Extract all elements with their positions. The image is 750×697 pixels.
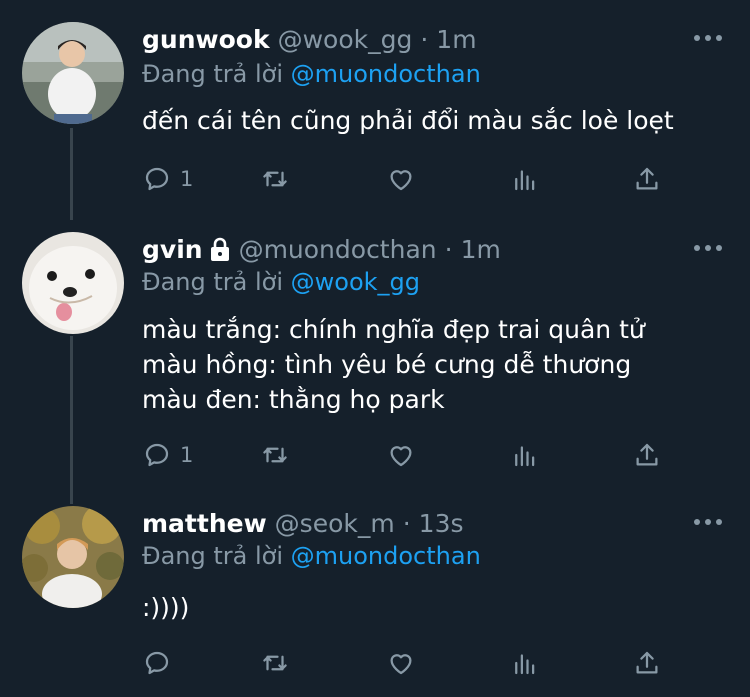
reply-button[interactable] xyxy=(142,648,180,678)
like-icon xyxy=(390,170,412,191)
avatar[interactable] xyxy=(22,506,124,608)
user-handle[interactable]: @muondocthan xyxy=(239,235,437,264)
like-button[interactable] xyxy=(386,440,416,470)
reply-button[interactable]: 1 xyxy=(142,440,193,470)
share-icon xyxy=(636,443,658,466)
replying-to-label: Đang trả lời xyxy=(142,268,284,296)
lock-icon xyxy=(210,237,229,261)
avatar[interactable] xyxy=(22,22,124,124)
tweet-text: màu trắng: chính nghĩa đẹp trai quân tử … xyxy=(142,315,645,414)
retweet-button[interactable] xyxy=(260,440,290,470)
retweet-icon xyxy=(263,655,287,671)
mention-link[interactable]: @wook_gg xyxy=(291,268,420,296)
user-handle[interactable]: @wook_gg xyxy=(278,25,413,54)
like-button[interactable] xyxy=(386,648,416,678)
tweet[interactable]: gunwook @wook_gg · 1m Đang trả lời @muon… xyxy=(0,0,750,220)
retweet-icon xyxy=(263,447,287,463)
analytics-icon xyxy=(515,170,535,191)
tweet-header: gvin @muondocthan · 1m xyxy=(142,232,501,266)
retweet-button[interactable] xyxy=(260,164,290,194)
retweet-icon xyxy=(263,171,287,187)
reply-icon xyxy=(145,651,169,675)
share-icon xyxy=(636,651,658,674)
replying-to: Đang trả lời @muondocthan xyxy=(142,542,481,570)
share-button[interactable] xyxy=(632,440,662,470)
analytics-icon xyxy=(515,654,535,675)
tweet-text: :)))) xyxy=(142,593,190,622)
replying-to: Đang trả lời @wook_gg xyxy=(142,268,420,296)
reply-icon xyxy=(145,167,169,191)
share-button[interactable] xyxy=(632,164,662,194)
analytics-button[interactable] xyxy=(510,164,540,194)
reply-icon xyxy=(145,443,169,467)
tweet-header: matthew @seok_m · 13s xyxy=(142,506,464,540)
separator-dot: · xyxy=(402,508,411,538)
tweet-text: đến cái tên cũng phải đổi màu sắc loè lo… xyxy=(142,106,674,135)
replying-to-label: Đang trả lời xyxy=(142,60,284,88)
analytics-button[interactable] xyxy=(510,440,540,470)
timestamp[interactable]: 1m xyxy=(436,25,476,54)
more-icon[interactable] xyxy=(694,517,722,527)
user-handle[interactable]: @seok_m xyxy=(275,509,395,538)
mention-link[interactable]: @muondocthan xyxy=(291,60,481,88)
tweet[interactable]: matthew @seok_m · 13s Đang trả lời @muon… xyxy=(0,504,750,697)
avatar[interactable] xyxy=(22,232,124,334)
like-button[interactable] xyxy=(386,164,416,194)
display-name[interactable]: matthew xyxy=(142,509,267,538)
analytics-icon xyxy=(515,446,535,467)
timestamp[interactable]: 1m xyxy=(461,235,501,264)
timestamp[interactable]: 13s xyxy=(419,509,464,538)
replying-to-label: Đang trả lời xyxy=(142,542,284,570)
replying-to: Đang trả lời @muondocthan xyxy=(142,60,481,88)
share-button[interactable] xyxy=(632,648,662,678)
tweet-header: gunwook @wook_gg · 1m xyxy=(142,22,477,56)
tweet[interactable]: gvin @muondocthan · 1m Đang trả lời @woo… xyxy=(0,220,750,504)
reply-button[interactable]: 1 xyxy=(142,164,193,194)
more-icon[interactable] xyxy=(694,33,722,43)
separator-dot: · xyxy=(420,24,429,54)
share-icon xyxy=(636,167,658,190)
retweet-button[interactable] xyxy=(260,648,290,678)
like-icon xyxy=(390,654,412,675)
display-name[interactable]: gvin xyxy=(142,235,203,264)
separator-dot: · xyxy=(444,234,453,264)
more-icon[interactable] xyxy=(694,243,722,253)
analytics-button[interactable] xyxy=(510,648,540,678)
reply-count: 1 xyxy=(180,167,194,191)
reply-count: 1 xyxy=(180,443,194,467)
display-name[interactable]: gunwook xyxy=(142,25,270,54)
mention-link[interactable]: @muondocthan xyxy=(291,542,481,570)
like-icon xyxy=(390,446,412,467)
